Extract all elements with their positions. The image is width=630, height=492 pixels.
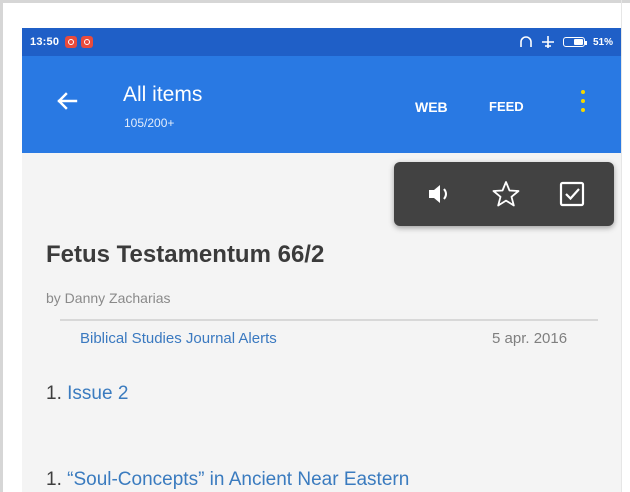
status-indicators: 51% — [519, 28, 613, 56]
list-item-number: 1. — [46, 469, 68, 490]
list-item-link[interactable]: Issue 2 — [67, 383, 128, 404]
status-time: 13:50 — [30, 36, 60, 48]
list-item: 1. “Soul-Concepts” in Ancient Near Easte… — [46, 469, 409, 491]
status-bar: 13:50 51% — [22, 28, 621, 56]
notification-icon — [81, 36, 94, 48]
speaker-icon[interactable] — [424, 178, 456, 210]
feed-button[interactable]: FEED — [489, 99, 524, 114]
item-count: 105/200+ — [124, 116, 175, 130]
feed-link[interactable]: Biblical Studies Journal Alerts — [80, 330, 277, 347]
divider — [60, 319, 598, 321]
back-arrow-icon[interactable] — [52, 86, 82, 116]
battery-percent: 51% — [592, 36, 613, 48]
phone-screen: 13:50 51% All items 105/200+ WEB FEED Fe… — [22, 28, 621, 492]
battery-icon — [562, 37, 587, 47]
article-title: Fetus Testamentum 66/2 — [46, 241, 325, 268]
app-toolbar: All items 105/200+ WEB FEED — [22, 56, 621, 153]
headset-icon — [520, 36, 532, 47]
airplane-icon — [541, 36, 554, 48]
list-item-link[interactable]: “Soul-Concepts” in Ancient Near Eastern — [67, 469, 409, 490]
overflow-menu-icon[interactable] — [577, 90, 589, 120]
action-popup — [394, 162, 614, 226]
frame-border-top — [0, 0, 630, 3]
star-icon[interactable] — [490, 178, 522, 210]
article-author: by Danny Zacharias — [46, 290, 171, 306]
checkbox-icon[interactable] — [556, 178, 588, 210]
frame-border-left — [0, 0, 3, 492]
list-item-number: 1. — [46, 383, 68, 404]
web-button[interactable]: WEB — [415, 99, 448, 115]
article-date: 5 apr. 2016 — [492, 330, 568, 347]
list-item: 1. Issue 2 — [46, 383, 128, 405]
frame-border-right — [621, 0, 622, 492]
toolbar-title: All items — [123, 83, 203, 106]
notification-icon — [65, 36, 78, 48]
